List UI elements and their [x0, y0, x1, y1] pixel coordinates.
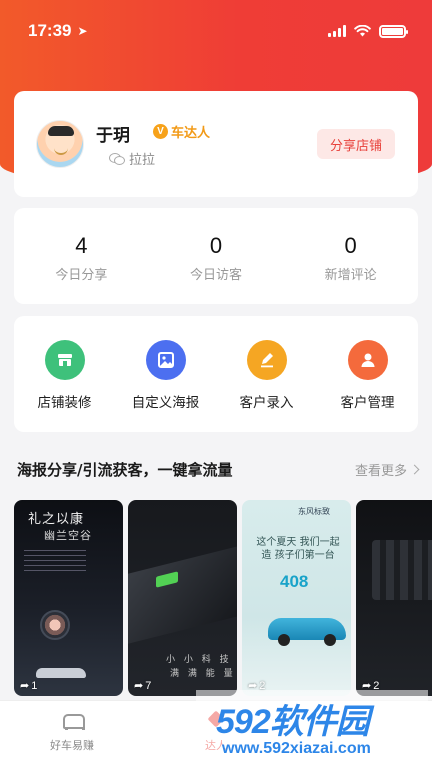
watermark: 592软件园 www.592xiazai.com	[196, 690, 428, 768]
poster-model: 408	[280, 572, 309, 591]
tab-label: 好车易赚	[50, 739, 94, 752]
chevron-right-icon	[409, 464, 420, 475]
shop-icon	[44, 340, 85, 380]
stat-label: 新增评论	[324, 268, 377, 283]
v-badge-icon: V	[153, 124, 168, 139]
cellular-signal-icon	[328, 25, 346, 37]
tool-label: 店铺装修	[37, 395, 92, 411]
stat-value: 0	[344, 233, 357, 258]
poster-subtitle: 幽兰空谷	[44, 529, 92, 542]
battery-icon	[379, 24, 408, 38]
wechat-name: 拉拉	[129, 153, 156, 168]
see-more-label: 查看更多	[354, 464, 407, 479]
poster-card[interactable]: 小 小 科 技 满 满 能 量 ➦ 7	[128, 500, 237, 696]
share-count: ➦ 1	[20, 679, 38, 693]
badge-label: 车达人	[171, 126, 211, 141]
edit-icon	[246, 340, 287, 380]
status-bar: 17:39 ➤	[0, 0, 432, 62]
tool-custom-poster[interactable]: 自定义海报	[115, 316, 216, 432]
stat-today-visitors[interactable]: 0 今日访客	[149, 208, 284, 304]
tool-label: 自定义海报	[131, 395, 200, 411]
charging-pad-image	[128, 543, 237, 647]
poster-card[interactable]: 东风标致 这个夏天 我们一起造 孩子们第一台 408 ➦ 2	[242, 500, 351, 696]
poster-title: 礼之以康	[28, 512, 85, 527]
car-interior-image	[372, 540, 432, 600]
share-count: ➦ 7	[134, 679, 152, 693]
tool-customer-entry[interactable]: 客户录入	[216, 316, 317, 432]
share-arrow-icon: ➦	[20, 680, 30, 692]
profile-card: 于玥 V 车达人 拉拉 分享店铺	[14, 91, 418, 197]
tool-label: 客户管理	[340, 395, 395, 411]
gear-knob-image	[40, 610, 70, 640]
car-image	[36, 668, 86, 678]
tools-card: 店铺装修 自定义海报 客户录入 客户管理	[14, 316, 418, 432]
stat-value: 4	[75, 233, 88, 258]
poster-card[interactable]: 礼之以康 幽兰空谷 ➦ 1	[14, 500, 123, 696]
share-count-value: 1	[31, 679, 38, 692]
poster-card[interactable]: ➦ 2	[356, 500, 432, 696]
avatar[interactable]	[36, 120, 84, 168]
wifi-icon	[354, 25, 371, 37]
stat-today-shares[interactable]: 4 今日分享	[14, 208, 149, 304]
stat-value: 0	[209, 233, 223, 258]
tab-good-car[interactable]: 好车易赚	[0, 701, 144, 768]
user-icon	[347, 340, 388, 380]
poster-line: 小 小 科 技	[166, 655, 232, 665]
poster-section-title: 海报分享/引流获客，一键拿流量	[17, 461, 233, 479]
stat-label: 今日访客	[190, 268, 243, 283]
poster-headline: 这个夏天 我们一起造 孩子们第一台	[256, 537, 340, 561]
see-more-link[interactable]: 查看更多	[354, 460, 420, 479]
user-name: 于玥	[96, 126, 130, 146]
tool-shop-decoration[interactable]: 店铺装修	[14, 316, 115, 432]
tool-label: 客户录入	[239, 395, 294, 411]
stats-card: 4 今日分享 0 今日访客 0 新增评论	[14, 208, 418, 304]
expert-badge: V 车达人	[153, 122, 210, 141]
wechat-icon	[109, 152, 125, 165]
poster-carousel[interactable]: 礼之以康 幽兰空谷 ➦ 1 小 小 科 技 满 满 能 量 ➦ 7 东风标致 这个夏…	[14, 500, 432, 696]
location-arrow-icon: ➤	[77, 24, 88, 38]
stat-new-comments[interactable]: 0 新增评论	[283, 208, 418, 304]
share-shop-button[interactable]: 分享店铺	[317, 129, 395, 159]
watermark-brand: 592软件园	[216, 703, 370, 741]
poster-brand: 东风标致	[298, 507, 330, 516]
poster-text-lines	[24, 550, 86, 551]
wechat-nickname: 拉拉	[109, 149, 155, 168]
stat-label: 今日分享	[55, 268, 108, 283]
wheel-image	[278, 634, 290, 646]
tool-customer-management[interactable]: 客户管理	[317, 316, 418, 432]
watermark-url: www.592xiazai.com	[222, 740, 371, 757]
share-arrow-icon: ➦	[134, 680, 144, 692]
car-icon	[61, 711, 85, 731]
wheel-image	[324, 634, 336, 646]
status-time: 17:39	[28, 21, 72, 40]
share-count-value: 7	[145, 679, 152, 692]
poster-line: 满 满 能 量	[170, 669, 236, 679]
image-icon	[145, 340, 186, 380]
